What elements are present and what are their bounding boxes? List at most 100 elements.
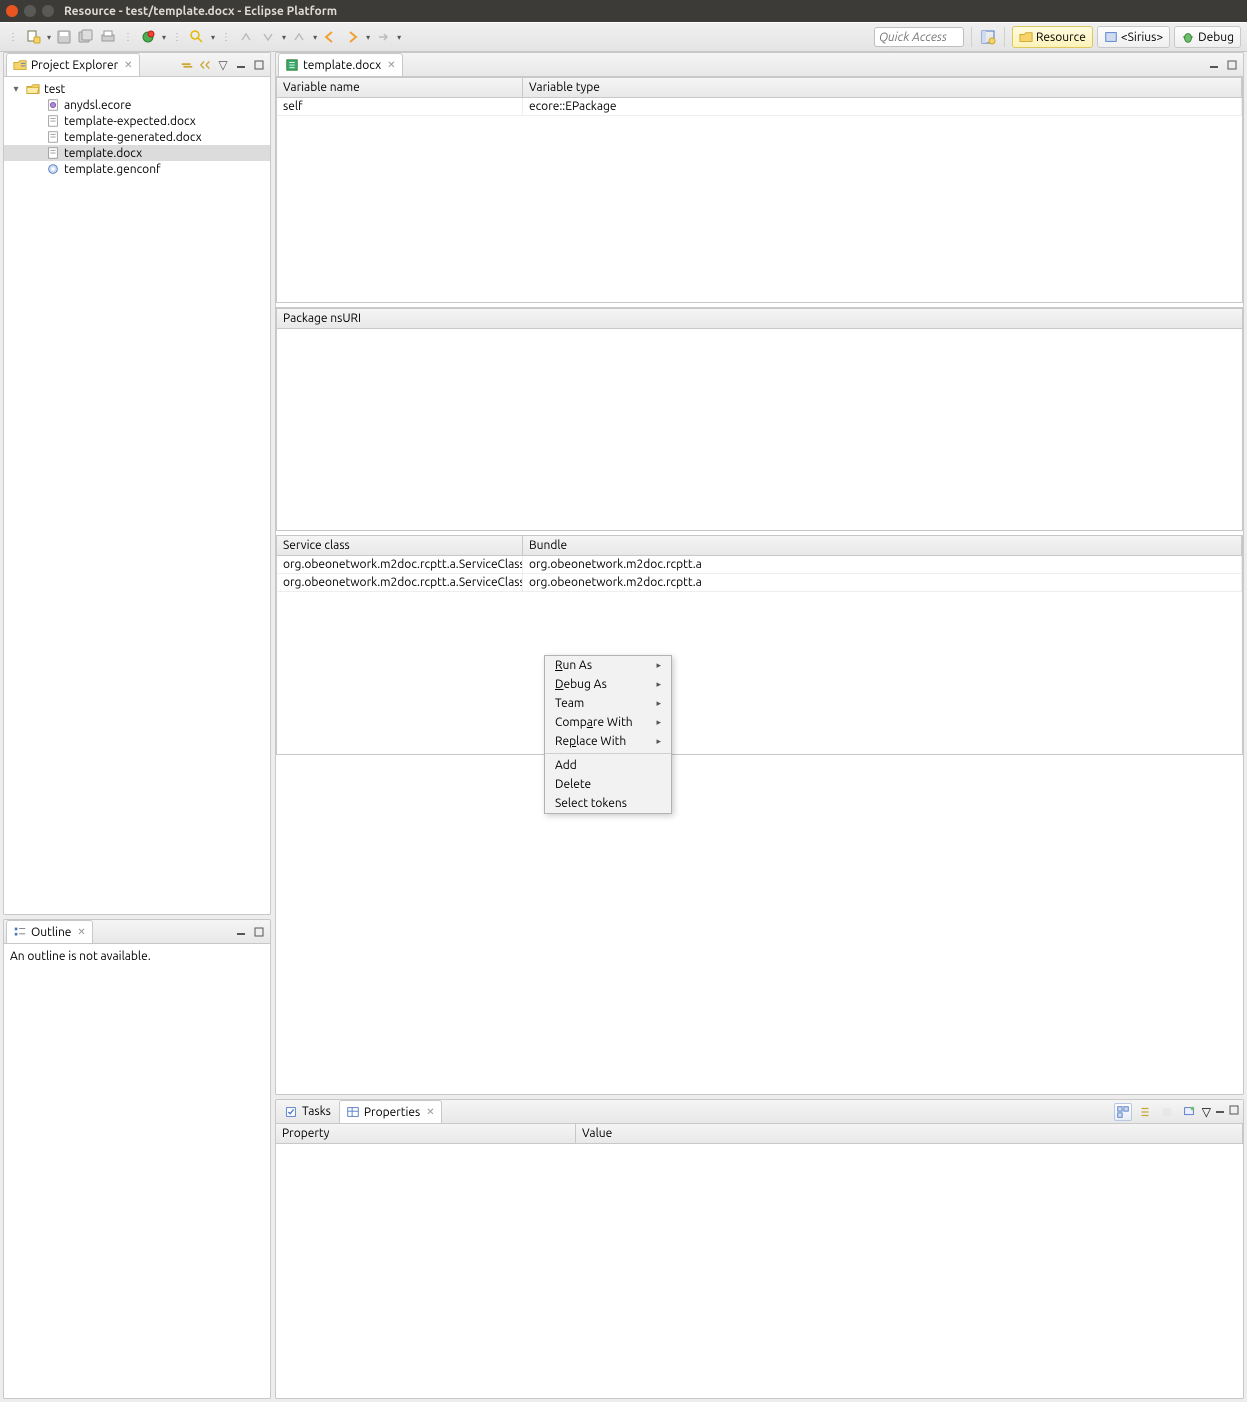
gear-icon	[46, 162, 60, 176]
quick-access-input[interactable]	[874, 27, 964, 47]
open-perspective-button[interactable]	[979, 28, 997, 46]
toggle-button[interactable]	[237, 28, 255, 46]
close-icon[interactable]: ✕	[124, 59, 132, 71]
maximize-button[interactable]	[1229, 1105, 1239, 1118]
service-class-cell: org.obeonetwork.m2doc.rcptt.a.ServiceCla…	[277, 574, 523, 591]
toolbar-grip: ⋮	[170, 31, 184, 43]
back-dropdown-arrow[interactable]: ▾	[366, 33, 370, 42]
tree-file-doc[interactable]: template-generated.docx	[4, 129, 270, 145]
context-select-tokens[interactable]: Select tokens	[545, 794, 671, 813]
save-button[interactable]	[55, 28, 73, 46]
pin-button[interactable]	[1180, 1103, 1198, 1121]
editor-tab[interactable]: template.docx ✕	[278, 53, 403, 76]
minimize-button[interactable]	[234, 58, 248, 72]
col-value[interactable]: Value	[576, 1124, 1243, 1143]
prev-annotation-button[interactable]	[290, 28, 308, 46]
close-icon[interactable]: ✕	[387, 59, 395, 71]
minimize-button[interactable]	[1215, 1105, 1225, 1118]
perspective-debug[interactable]: Debug	[1174, 26, 1241, 48]
outline-tab[interactable]: Outline ✕	[6, 920, 93, 943]
properties-tab[interactable]: Properties ✕	[339, 1100, 442, 1123]
outline-body: An outline is not available.	[4, 944, 270, 1398]
tree-file-doc[interactable]: template-expected.docx	[4, 113, 270, 129]
nav-forward-button[interactable]	[374, 28, 392, 46]
next-annotation-button[interactable]	[259, 28, 277, 46]
service-class-cell: org.obeonetwork.m2doc.rcptt.a.ServiceCla…	[277, 556, 523, 573]
window-maximize-button[interactable]	[42, 5, 54, 17]
annotation-dropdown-arrow[interactable]: ▾	[282, 33, 286, 42]
tree-file-label: template.genconf	[64, 163, 161, 176]
col-service-class[interactable]: Service class	[277, 536, 523, 555]
prev-annotation-dropdown-arrow[interactable]: ▾	[313, 33, 317, 42]
toolbar-grip: ⋮	[6, 31, 20, 43]
col-bundle[interactable]: Bundle	[523, 536, 1242, 555]
link-editor-button[interactable]	[198, 58, 212, 72]
restore-defaults-button[interactable]	[1158, 1103, 1176, 1121]
nav-forward-dropdown-arrow[interactable]: ▾	[397, 33, 401, 42]
show-categories-button[interactable]	[1114, 1103, 1132, 1121]
minimize-button[interactable]	[234, 925, 248, 939]
maximize-button[interactable]	[1225, 58, 1239, 72]
tree-file-doc-selected[interactable]: template.docx	[4, 145, 270, 161]
minimize-button[interactable]	[1207, 58, 1221, 72]
collapse-all-button[interactable]	[180, 58, 194, 72]
context-add[interactable]: Add	[545, 756, 671, 775]
col-variable-type[interactable]: Variable type	[523, 78, 1242, 97]
context-separator	[545, 753, 671, 754]
service-row[interactable]: org.obeonetwork.m2doc.rcptt.a.ServiceCla…	[277, 574, 1242, 592]
perspective-resource[interactable]: Resource	[1012, 26, 1093, 48]
context-run-as[interactable]: Run As▸	[545, 656, 671, 675]
window-close-button[interactable]	[6, 5, 18, 17]
tree-toggle-icon[interactable]: ▾	[10, 83, 22, 95]
debug-button[interactable]	[139, 28, 157, 46]
services-header: Service class Bundle	[277, 536, 1242, 556]
forward-button[interactable]	[343, 28, 361, 46]
tasks-tab-label: Tasks	[302, 1105, 331, 1118]
main-toolbar: ⋮ ▾ ⋮ ▾ ⋮ ▾ ⋮ ▾ ▾ ▾ ▾ Resource <Sirius> …	[0, 22, 1247, 52]
package-nsuri-body[interactable]	[277, 329, 1242, 530]
properties-tab-label: Properties	[364, 1106, 420, 1119]
tree-root-label: test	[44, 83, 65, 96]
project-explorer-tab[interactable]: Project Explorer ✕	[6, 53, 140, 76]
search-dropdown-arrow[interactable]: ▾	[211, 33, 215, 42]
print-button[interactable]	[99, 28, 117, 46]
window-minimize-button[interactable]	[24, 5, 36, 17]
tree-file-conf[interactable]: template.genconf	[4, 161, 270, 177]
bundle-cell: org.obeonetwork.m2doc.rcptt.a	[523, 574, 1242, 591]
editor-body: Variable name Variable type self ecore::…	[276, 77, 1243, 1094]
toolbar-grip: ⋮	[121, 31, 135, 43]
context-debug-as[interactable]: Debug As▸	[545, 675, 671, 694]
maximize-button[interactable]	[252, 925, 266, 939]
close-icon[interactable]: ✕	[426, 1106, 434, 1118]
tree-folder-root[interactable]: ▾ test	[4, 81, 270, 97]
view-menu-button[interactable]: ▽	[216, 58, 230, 72]
package-nsuri-header[interactable]: Package nsURI	[277, 308, 1242, 329]
service-row[interactable]: org.obeonetwork.m2doc.rcptt.a.ServiceCla…	[277, 556, 1242, 574]
new-button[interactable]	[24, 28, 42, 46]
save-all-button[interactable]	[77, 28, 95, 46]
context-team[interactable]: Team▸	[545, 694, 671, 713]
tree-file-label: anydsl.ecore	[64, 99, 131, 112]
col-variable-name[interactable]: Variable name	[277, 78, 523, 97]
context-replace-with[interactable]: Replace With▸	[545, 732, 671, 751]
quick-access-box[interactable]	[874, 27, 964, 47]
col-property[interactable]: Property	[276, 1124, 576, 1143]
perspective-sirius[interactable]: <Sirius>	[1097, 26, 1170, 48]
debug-dropdown-arrow[interactable]: ▾	[162, 33, 166, 42]
show-advanced-button[interactable]	[1136, 1103, 1154, 1121]
bundle-cell: org.obeonetwork.m2doc.rcptt.a	[523, 556, 1242, 573]
project-tree[interactable]: ▾ test anydsl.ecore template-expected.do…	[4, 77, 270, 914]
project-explorer-panel: Project Explorer ✕ ▽ ▾ test	[3, 52, 271, 915]
context-compare-with[interactable]: Compare With▸	[545, 713, 671, 732]
variable-row[interactable]: self ecore::EPackage	[277, 98, 1242, 116]
toolbar-grip: ⋮	[219, 31, 233, 43]
context-delete[interactable]: Delete	[545, 775, 671, 794]
tasks-tab[interactable]: Tasks	[278, 1100, 337, 1123]
search-button[interactable]	[188, 28, 206, 46]
back-button[interactable]	[321, 28, 339, 46]
maximize-button[interactable]	[252, 58, 266, 72]
view-menu-button[interactable]: ▽	[1202, 1105, 1211, 1119]
close-icon[interactable]: ✕	[77, 926, 85, 938]
tree-file-ecore[interactable]: anydsl.ecore	[4, 97, 270, 113]
new-dropdown-arrow[interactable]: ▾	[47, 33, 51, 42]
